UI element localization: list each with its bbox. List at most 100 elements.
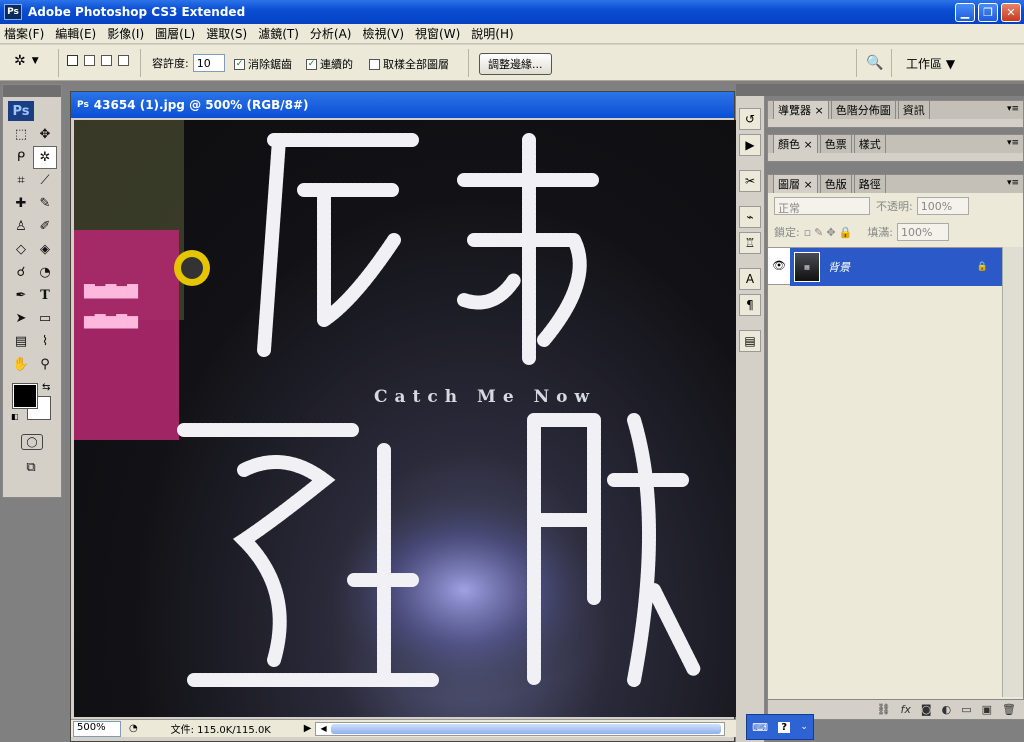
dodge-tool-icon[interactable]: ◔ bbox=[33, 261, 57, 284]
layer-row[interactable]: 👁 ▦ 背景 🔒 bbox=[768, 247, 1002, 286]
type-tool-icon[interactable]: T bbox=[33, 284, 57, 307]
subtract-selection-icon[interactable] bbox=[101, 55, 112, 66]
menu-edit[interactable]: 編輯(E) bbox=[55, 25, 96, 42]
magic-wand-tool-icon[interactable]: ✲ bbox=[33, 146, 57, 169]
history-panel-icon[interactable]: ↺ bbox=[739, 108, 761, 130]
eraser-tool-icon[interactable]: ◇ bbox=[9, 238, 33, 261]
contiguous-checkbox[interactable]: ✓ bbox=[306, 58, 317, 70]
character-panel-icon[interactable]: A bbox=[739, 268, 761, 290]
minimize-button[interactable]: ▁ bbox=[955, 3, 975, 22]
foreground-color-swatch[interactable] bbox=[12, 383, 38, 409]
lock-icons[interactable]: ▫✎✥🔒 bbox=[804, 226, 856, 239]
scroll-left-icon[interactable]: ◀ bbox=[320, 724, 326, 733]
lasso-tool-icon[interactable]: ᑭ bbox=[9, 146, 33, 169]
fx-icon[interactable]: fx bbox=[901, 703, 911, 716]
slice-tool-icon[interactable]: ⟋ bbox=[33, 169, 57, 192]
blend-mode-select[interactable]: 正常 bbox=[774, 197, 870, 215]
panel-menu-icon[interactable]: ▾≡ bbox=[1007, 138, 1019, 148]
keyboard-icon[interactable]: ⌨ bbox=[752, 721, 768, 734]
layer-name[interactable]: 背景 bbox=[828, 259, 850, 275]
sample-all-checkbox[interactable] bbox=[369, 58, 380, 70]
clone-stamp-icon[interactable]: ♙ bbox=[9, 215, 33, 238]
restore-button[interactable]: ❐ bbox=[978, 3, 998, 22]
tray-arrow-icon[interactable]: ⌄ bbox=[800, 722, 808, 732]
workspace-menu[interactable]: 工作區 ▼ bbox=[906, 55, 955, 72]
refine-edge-button[interactable]: 調整邊緣... bbox=[479, 53, 552, 75]
intersect-selection-icon[interactable] bbox=[118, 55, 129, 66]
close-button[interactable]: ✕ bbox=[1001, 3, 1021, 22]
new-selection-icon[interactable] bbox=[67, 55, 78, 66]
tab-color[interactable]: 顏色 × bbox=[773, 134, 818, 153]
image-canvas[interactable]: ▇▆▇▆▇ ▆▇▆▇▆ Catch Me Now bbox=[74, 120, 736, 717]
layers-scrollbar[interactable] bbox=[1002, 247, 1023, 697]
magic-wand-preset-icon[interactable]: ✲ ▼ bbox=[14, 53, 39, 69]
default-colors-icon[interactable]: ◧ bbox=[11, 412, 19, 421]
status-menu-arrow-icon[interactable]: ▶ bbox=[304, 723, 312, 734]
zoom-input[interactable]: 500% bbox=[73, 720, 121, 737]
panel-menu-icon[interactable]: ▾≡ bbox=[1007, 178, 1019, 188]
clone-source-icon[interactable]: ♖ bbox=[739, 232, 761, 254]
help-icon[interactable]: ? bbox=[778, 721, 791, 733]
swap-colors-icon[interactable]: ⇆ bbox=[42, 382, 50, 393]
menu-view[interactable]: 檢視(V) bbox=[362, 25, 404, 42]
hand-tool-icon[interactable]: ✋ bbox=[9, 353, 33, 376]
mask-icon[interactable]: ◙ bbox=[921, 703, 932, 716]
eye-icon[interactable]: 👁 bbox=[772, 259, 786, 272]
tolerance-input[interactable]: 10 bbox=[192, 54, 225, 72]
panel-dock-header[interactable] bbox=[736, 84, 1024, 96]
paragraph-panel-icon[interactable]: ¶ bbox=[739, 294, 761, 316]
toolbox-header[interactable] bbox=[3, 85, 61, 97]
history-brush-icon[interactable]: ✐ bbox=[33, 215, 57, 238]
menu-analysis[interactable]: 分析(A) bbox=[310, 25, 352, 42]
menu-help[interactable]: 說明(H) bbox=[471, 25, 513, 42]
pen-tool-icon[interactable]: ✒ bbox=[9, 284, 33, 307]
tab-info[interactable]: 資訊 bbox=[897, 100, 930, 119]
menu-window[interactable]: 視窗(W) bbox=[415, 25, 460, 42]
document-title-bar[interactable]: Ps 43654 (1).jpg @ 500% (RGB/8#) bbox=[71, 92, 734, 118]
bridge-icon[interactable]: 🔍 bbox=[866, 55, 883, 71]
tool-presets-icon[interactable]: ✂ bbox=[739, 170, 761, 192]
shape-tool-icon[interactable]: ▭ bbox=[33, 307, 57, 330]
quick-mask-icon[interactable]: ◯ bbox=[21, 434, 43, 450]
move-tool-icon[interactable]: ✥ bbox=[33, 123, 57, 146]
tab-layers[interactable]: 圖層 × bbox=[773, 174, 818, 193]
crop-tool-icon[interactable]: ⌗ bbox=[9, 169, 33, 192]
tab-styles[interactable]: 樣式 bbox=[853, 134, 886, 153]
menu-image[interactable]: 影像(I) bbox=[107, 25, 144, 42]
screen-mode-icon[interactable]: ⧉ bbox=[19, 456, 43, 479]
marquee-tool-icon[interactable]: ⬚ bbox=[9, 123, 33, 146]
scroll-thumb[interactable] bbox=[330, 723, 721, 734]
new-group-icon[interactable]: ▭ bbox=[961, 703, 971, 716]
eyedropper-icon[interactable]: ⌇ bbox=[33, 330, 57, 353]
zoom-tool-icon[interactable]: ⚲ bbox=[33, 353, 57, 376]
horizontal-scrollbar[interactable]: ◀ bbox=[315, 721, 726, 736]
antialias-checkbox[interactable]: ✓ bbox=[234, 58, 245, 70]
ps-logo[interactable]: Ps bbox=[8, 101, 34, 121]
path-select-icon[interactable]: ➤ bbox=[9, 307, 33, 330]
menu-filter[interactable]: 濾鏡(T) bbox=[258, 25, 299, 42]
fill-input[interactable]: 100% bbox=[897, 223, 950, 241]
layer-selected[interactable]: ▦ 背景 🔒 bbox=[790, 248, 1002, 286]
opacity-input[interactable]: 100% bbox=[916, 197, 969, 215]
tab-navigator[interactable]: 導覽器 × bbox=[773, 100, 829, 119]
delete-layer-icon[interactable]: 🗑 bbox=[1002, 703, 1016, 716]
tab-swatches[interactable]: 色票 bbox=[819, 134, 852, 153]
brushes-panel-icon[interactable]: ⌁ bbox=[739, 206, 761, 228]
new-layer-icon[interactable]: ▣ bbox=[982, 703, 992, 716]
tab-histogram[interactable]: 色階分佈圖 bbox=[830, 100, 896, 119]
tab-paths[interactable]: 路徑 bbox=[853, 174, 886, 193]
add-selection-icon[interactable] bbox=[84, 55, 95, 66]
blur-tool-icon[interactable]: ☌ bbox=[9, 261, 33, 284]
layer-comps-icon[interactable]: ▤ bbox=[739, 330, 761, 352]
brush-tool-icon[interactable]: ✎ bbox=[33, 192, 57, 215]
status-info-icon[interactable]: ◔ bbox=[129, 723, 138, 734]
tab-channels[interactable]: 色版 bbox=[819, 174, 852, 193]
paint-bucket-icon[interactable]: ◈ bbox=[33, 238, 57, 261]
notes-tool-icon[interactable]: ▤ bbox=[9, 330, 33, 353]
actions-panel-icon[interactable]: ▶ bbox=[739, 134, 761, 156]
menu-select[interactable]: 選取(S) bbox=[206, 25, 247, 42]
healing-brush-icon[interactable]: ✚ bbox=[9, 192, 33, 215]
adjustment-layer-icon[interactable]: ◐ bbox=[942, 703, 952, 716]
menu-layer[interactable]: 圖層(L) bbox=[155, 25, 195, 42]
link-layers-icon[interactable]: ⛓ bbox=[877, 703, 891, 716]
